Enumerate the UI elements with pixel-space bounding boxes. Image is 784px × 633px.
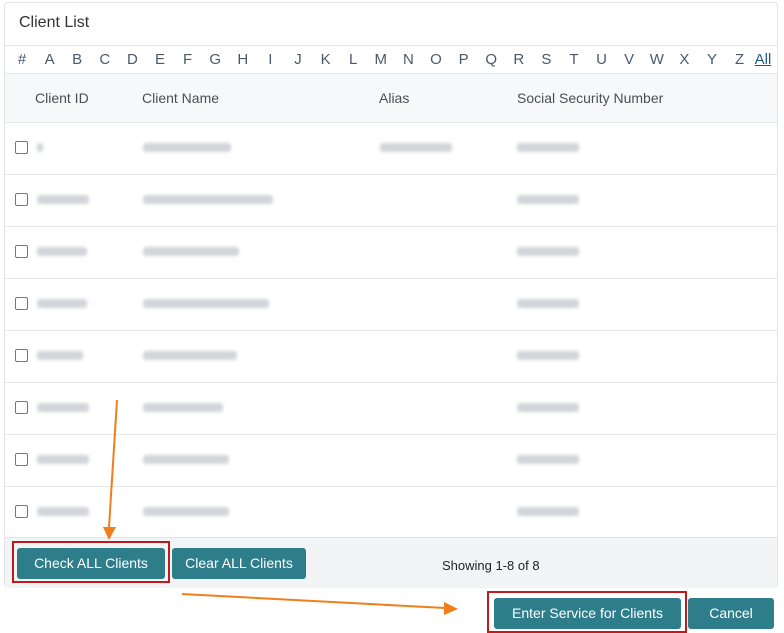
header-client-id: Client ID — [35, 90, 89, 106]
table-row — [5, 123, 777, 175]
alpha-filter-b[interactable]: B — [72, 51, 82, 68]
client-id-cell-redacted — [37, 195, 89, 204]
alpha-filter-w[interactable]: W — [650, 51, 664, 68]
table-row — [5, 435, 777, 487]
client-name-cell-redacted — [143, 247, 239, 256]
ssn-cell-redacted — [517, 403, 579, 412]
row-select-checkbox[interactable] — [15, 401, 28, 414]
alpha-filter-h[interactable]: H — [237, 51, 248, 68]
alpha-filter-e[interactable]: E — [155, 51, 165, 68]
table-row — [5, 487, 777, 539]
alias-cell-redacted — [380, 143, 452, 152]
clear-all-clients-button[interactable]: Clear ALL Clients — [172, 548, 306, 579]
cancel-label: Cancel — [709, 605, 753, 621]
alpha-filter-f[interactable]: F — [183, 51, 192, 68]
client-list-panel: Client List # A B C D E F G H I J K L M N O P Q R S T U V W X Y Z A… — [4, 2, 778, 588]
alpha-filter-r[interactable]: R — [513, 51, 524, 68]
ssn-cell-redacted — [517, 143, 579, 152]
alpha-filter-hash[interactable]: # — [18, 51, 26, 68]
row-select-checkbox[interactable] — [15, 349, 28, 362]
alpha-filter-m[interactable]: M — [375, 51, 388, 68]
table-row — [5, 227, 777, 279]
alpha-filter-i[interactable]: I — [268, 51, 272, 68]
table-row — [5, 331, 777, 383]
enter-service-for-clients-button[interactable]: Enter Service for Clients — [494, 598, 681, 629]
arrow-right-line — [181, 593, 446, 609]
alpha-filter-d[interactable]: D — [127, 51, 138, 68]
ssn-cell-redacted — [517, 507, 579, 516]
client-name-cell-redacted — [143, 507, 229, 516]
alpha-filter-q[interactable]: Q — [485, 51, 497, 68]
alpha-filter-c[interactable]: C — [99, 51, 110, 68]
row-select-checkbox[interactable] — [15, 297, 28, 310]
alpha-filter-s[interactable]: S — [541, 51, 551, 68]
ssn-cell-redacted — [517, 195, 579, 204]
row-select-checkbox[interactable] — [15, 141, 28, 154]
table-row — [5, 175, 777, 227]
alpha-filter-j[interactable]: J — [294, 51, 302, 68]
alpha-filter-k[interactable]: K — [321, 51, 331, 68]
client-name-cell-redacted — [143, 299, 269, 308]
highlight-box-check-all — [12, 541, 170, 583]
alpha-filter-z[interactable]: Z — [735, 51, 744, 68]
alphabet-filter: # A B C D E F G H I J K L M N O P Q R S T U V W X Y Z All — [5, 45, 777, 74]
clear-all-clients-label: Clear ALL Clients — [185, 555, 293, 571]
alpha-filter-u[interactable]: U — [596, 51, 607, 68]
row-select-checkbox[interactable] — [15, 453, 28, 466]
header-alias: Alias — [379, 90, 410, 106]
alpha-filter-a[interactable]: A — [45, 51, 55, 68]
ssn-cell-redacted — [517, 299, 579, 308]
client-name-cell-redacted — [143, 351, 237, 360]
client-name-cell-redacted — [143, 143, 231, 152]
alpha-filter-v[interactable]: V — [624, 51, 634, 68]
client-id-cell-redacted — [37, 143, 43, 152]
table-row — [5, 279, 777, 331]
showing-count: Showing 1-8 of 8 — [442, 558, 540, 573]
panel-title: Client List — [19, 14, 90, 31]
client-id-cell-redacted — [37, 351, 83, 360]
client-id-cell-redacted — [37, 403, 89, 412]
client-name-cell-redacted — [143, 455, 229, 464]
alpha-filter-p[interactable]: P — [459, 51, 469, 68]
client-name-cell-redacted — [143, 195, 273, 204]
row-select-checkbox[interactable] — [15, 193, 28, 206]
client-id-cell-redacted — [37, 247, 87, 256]
alpha-filter-l[interactable]: L — [349, 51, 357, 68]
enter-service-label: Enter Service for Clients — [512, 605, 663, 621]
row-select-checkbox[interactable] — [15, 245, 28, 258]
client-id-cell-redacted — [37, 299, 87, 308]
table-row — [5, 383, 777, 435]
table-header: Client ID Client Name Alias Social Secur… — [5, 73, 777, 123]
header-client-name: Client Name — [142, 90, 220, 106]
ssn-cell-redacted — [517, 247, 579, 256]
alpha-filter-all[interactable]: All — [755, 51, 772, 68]
alpha-filter-x[interactable]: X — [679, 51, 689, 68]
client-name-cell-redacted — [143, 403, 223, 412]
alpha-filter-t[interactable]: T — [569, 51, 578, 68]
arrow-right-head — [444, 602, 458, 615]
alpha-filter-o[interactable]: O — [430, 51, 442, 68]
cancel-button[interactable]: Cancel — [688, 598, 774, 629]
row-select-checkbox[interactable] — [15, 505, 28, 518]
alpha-filter-g[interactable]: G — [209, 51, 221, 68]
client-id-cell-redacted — [37, 455, 89, 464]
client-id-cell-redacted — [37, 507, 89, 516]
alpha-filter-n[interactable]: N — [403, 51, 414, 68]
ssn-cell-redacted — [517, 455, 579, 464]
ssn-cell-redacted — [517, 351, 579, 360]
header-ssn: Social Security Number — [517, 90, 664, 106]
alpha-filter-y[interactable]: Y — [707, 51, 717, 68]
